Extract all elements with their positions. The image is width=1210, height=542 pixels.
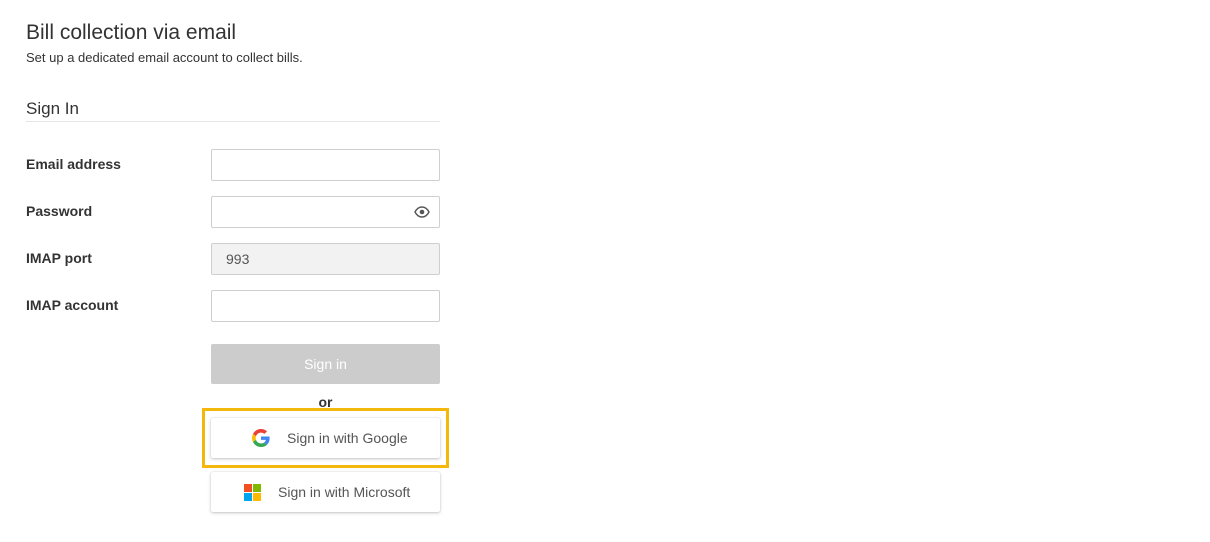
imap-account-field-container: [211, 290, 440, 322]
section-divider: [26, 121, 440, 122]
sign-in-with-microsoft-button[interactable]: Sign in with Microsoft: [211, 472, 440, 512]
email-field[interactable]: [212, 150, 439, 180]
page-title: Bill collection via email: [26, 21, 237, 44]
email-label: Email address: [26, 156, 121, 172]
page-subtitle: Set up a dedicated email account to coll…: [26, 50, 303, 65]
microsoft-icon: [243, 483, 261, 501]
google-icon: [252, 429, 270, 447]
imap-port-field-container: [211, 243, 440, 275]
google-button-label: Sign in with Google: [287, 430, 408, 446]
imap-port-label: IMAP port: [26, 250, 92, 266]
imap-port-field: [212, 244, 439, 274]
imap-account-label: IMAP account: [26, 297, 119, 313]
sign-in-with-google-button[interactable]: Sign in with Google: [211, 418, 440, 458]
microsoft-button-label: Sign in with Microsoft: [278, 484, 411, 500]
imap-account-field[interactable]: [212, 291, 439, 321]
password-field[interactable]: [212, 197, 439, 227]
eye-icon[interactable]: [414, 205, 430, 219]
section-title: Sign In: [26, 99, 79, 118]
email-field-container: [211, 149, 440, 181]
password-field-container: [211, 196, 440, 228]
sign-in-button[interactable]: Sign in: [211, 344, 440, 384]
password-label: Password: [26, 203, 93, 219]
